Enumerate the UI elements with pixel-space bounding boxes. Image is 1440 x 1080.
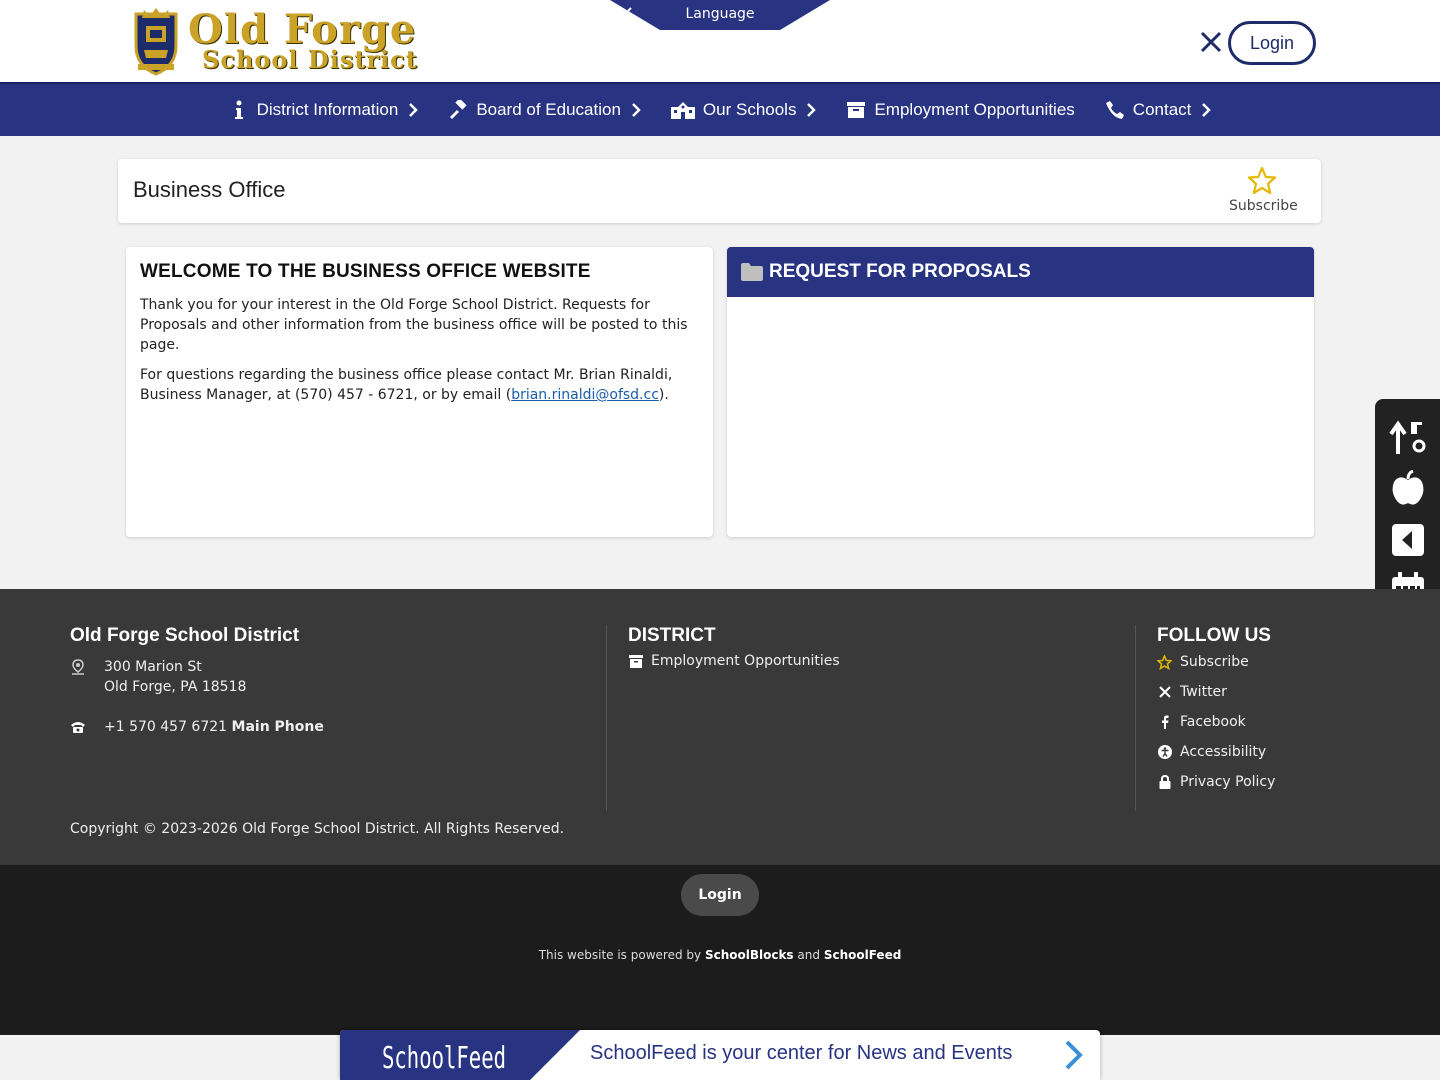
apple-icon[interactable] (1389, 469, 1427, 507)
archive-icon (628, 654, 643, 669)
logo-title: Old Forge (188, 6, 417, 53)
footer-follow-heading: FOLLOW US (1157, 625, 1271, 646)
district-logo[interactable]: Old Forge School District (130, 4, 420, 78)
sort-icon[interactable] (1389, 419, 1427, 457)
footer-org-name: Old Forge School District (70, 625, 300, 646)
footer-link-label: Subscribe (1180, 654, 1249, 670)
footer-district-heading: DISTRICT (628, 625, 716, 646)
folder-icon (741, 263, 763, 281)
lock-icon (1157, 775, 1172, 790)
archive-icon (846, 100, 866, 120)
nav-item-district-information[interactable]: District Information (214, 83, 434, 137)
x-twitter-icon (1157, 685, 1172, 700)
map-marker-icon (70, 659, 86, 675)
crest-icon (134, 8, 178, 76)
footer-contact-column: Old Forge School District 300 Marion St … (70, 625, 590, 747)
rfp-header[interactable]: REQUEST FOR PROPOSALS (727, 247, 1314, 297)
info-icon (229, 100, 249, 120)
address-line2: Old Forge, PA 18518 (104, 679, 247, 695)
footer-link-twitter[interactable]: Twitter (1157, 677, 1415, 707)
rfp-block: REQUEST FOR PROPOSALS (727, 247, 1314, 537)
schoolfeed-banner[interactable]: SchoolFeed SchoolFeed is your center for… (340, 1030, 1100, 1080)
nav-item-our-schools[interactable]: Our Schools (656, 83, 832, 137)
copyright: Copyright © 2023-2026 Old Forge School D… (70, 821, 565, 837)
welcome-block: WELCOME TO THE BUSINESS OFFICE WEBSITE T… (126, 247, 713, 537)
welcome-paragraph: Thank you for your interest in the Old F… (140, 297, 688, 353)
schoolblocks-link[interactable]: SchoolBlocks (705, 948, 794, 962)
footer-link-label: Employment Opportunities (651, 653, 840, 669)
nav-item-contact[interactable]: Contact (1090, 83, 1227, 137)
chevron-right-icon (807, 103, 817, 117)
nav-label: Board of Education (476, 100, 621, 119)
footer-link-employment[interactable]: Employment Opportunities (628, 649, 1136, 673)
phone-icon (70, 719, 86, 735)
email-link[interactable]: brian.rinaldi@ofsd.cc (511, 387, 659, 403)
chevron-right-icon[interactable] (1062, 1039, 1086, 1071)
rfp-heading: REQUEST FOR PROPOSALS (769, 261, 1031, 282)
nav-item-board-of-education[interactable]: Board of Education (433, 83, 656, 137)
footer-login-button[interactable]: Login (681, 874, 759, 916)
chevron-right-icon (632, 103, 641, 117)
footer-district-column: DISTRICT Employment Opportunities (606, 625, 1136, 811)
schoolfeed-link[interactable]: SchoolFeed (824, 948, 901, 962)
chevron-down-icon (620, 7, 632, 15)
gavel-icon (448, 100, 468, 120)
footer-link-label: Twitter (1180, 684, 1227, 700)
footer-link-subscribe[interactable]: Subscribe (1157, 647, 1415, 677)
schoolfeed-brand: SchoolFeed (382, 1041, 506, 1076)
x-twitter-icon[interactable] (1198, 29, 1224, 55)
footer-link-label: Accessibility (1180, 744, 1267, 760)
footer-follow-column: FOLLOW US Subscribe Twitter Facebook Acc… (1135, 625, 1415, 811)
accessibility-icon (1157, 745, 1172, 760)
footer-link-privacy[interactable]: Privacy Policy (1157, 767, 1415, 797)
footer-phone[interactable]: +1 570 457 6721 Main Phone (70, 717, 590, 737)
chevron-right-icon (409, 103, 419, 117)
phone-label: Main Phone (231, 719, 324, 735)
footer-link-facebook[interactable]: Facebook (1157, 707, 1415, 737)
main-nav: District Information Board of Education … (0, 82, 1440, 136)
login-button[interactable]: Login (1228, 21, 1316, 65)
caret-left-icon[interactable] (1389, 521, 1427, 559)
contact-paragraph: For questions regarding the business off… (140, 365, 699, 405)
nav-label: District Information (256, 100, 399, 119)
footer-link-label: Facebook (1180, 714, 1246, 730)
nav-label: Contact (1132, 100, 1192, 119)
powered-by-text: This website is powered by SchoolBlocks … (0, 948, 1440, 962)
school-icon (670, 100, 695, 120)
page-title-card: Business Office Subscribe (118, 159, 1321, 223)
subscribe-button[interactable]: Subscribe (1229, 166, 1298, 214)
star-icon (1157, 654, 1172, 670)
schoolfeed-tagline: SchoolFeed is your center for News and E… (590, 1042, 1013, 1064)
schoolfeed-logo: SchoolFeed (340, 1030, 580, 1080)
powered-and: and (797, 948, 820, 962)
page-title: Business Office (133, 177, 286, 202)
footer-link-label: Privacy Policy (1180, 774, 1276, 790)
site-header: Old Forge School District Language Login (0, 0, 1440, 82)
nav-item-employment-opportunities[interactable]: Employment Opportunities (831, 83, 1089, 137)
language-selector[interactable]: Language (610, 0, 830, 30)
address-line1: 300 Marion St (104, 659, 202, 675)
nav-label: Employment Opportunities (874, 100, 1075, 119)
phone-icon (1105, 100, 1125, 120)
contact-text-end: ). (658, 387, 669, 403)
language-label: Language (685, 6, 755, 22)
footer-link-accessibility[interactable]: Accessibility (1157, 737, 1415, 767)
logo-subtitle: School District (202, 45, 418, 74)
subscribe-label: Subscribe (1229, 198, 1298, 214)
welcome-heading: WELCOME TO THE BUSINESS OFFICE WEBSITE (140, 261, 591, 282)
facebook-icon (1157, 715, 1172, 730)
phone-number: +1 570 457 6721 (104, 719, 228, 735)
powered-prefix: This website is powered by (538, 948, 702, 962)
powered-by-section: Login This website is powered by SchoolB… (0, 865, 1440, 1035)
star-icon (1247, 166, 1277, 195)
site-footer: Old Forge School District 300 Marion St … (0, 589, 1440, 865)
chevron-right-icon (1202, 103, 1212, 117)
nav-label: Our Schools (702, 100, 797, 119)
footer-address[interactable]: 300 Marion St Old Forge, PA 18518 (70, 657, 590, 697)
